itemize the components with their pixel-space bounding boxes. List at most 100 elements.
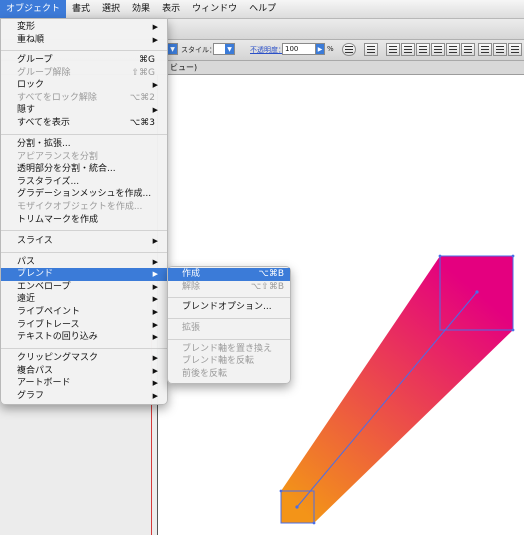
object-menu: 変形 ▶ 重ね順 ▶ グループ ⌘G グループ解除 ⇧⌘G ロック ▶ すべてをロック解除… bbox=[0, 18, 168, 405]
menu-item-create-object-mosaic[interactable]: モザイクオブジェクトを作成... bbox=[1, 201, 167, 214]
menu-item-shortcut: ⌥⌘B bbox=[258, 269, 284, 279]
anchor-point[interactable] bbox=[438, 254, 442, 258]
menu-item-create-trim-marks[interactable]: トリムマークを作成 bbox=[1, 214, 167, 227]
menu-item-graph[interactable]: グラフ ▶ bbox=[1, 390, 167, 403]
menu-item-shortcut: ⌥⇧⌘B bbox=[250, 281, 284, 292]
menu-item-live-paint[interactable]: ライブペイント ▶ bbox=[1, 306, 167, 319]
menu-item-label: トリムマークを作成 bbox=[17, 214, 99, 225]
menu-item-label: クリッピングマスク bbox=[17, 353, 99, 363]
menu-item-blend[interactable]: ブレンド ▶ bbox=[1, 268, 167, 281]
menu-separator bbox=[1, 348, 167, 349]
chevron-right-icon: ▶ bbox=[152, 81, 158, 90]
menu-item-unlock-all[interactable]: すべてをロック解除 ⌥⌘2 bbox=[1, 92, 167, 105]
anchor-point[interactable] bbox=[279, 489, 283, 493]
menu-item-label: すべてを表示 bbox=[17, 118, 70, 128]
menu-item-label: グラフ bbox=[17, 390, 45, 401]
menu-item-label: ブレンド bbox=[17, 269, 54, 280]
menu-item-label: 変形 bbox=[17, 22, 36, 32]
menu-item-slice[interactable]: スライス ▶ bbox=[1, 235, 167, 248]
menu-separator bbox=[1, 230, 167, 231]
menu-item-hide[interactable]: 隠す ▶ bbox=[1, 104, 167, 117]
chevron-right-icon: ▶ bbox=[152, 23, 158, 31]
menu-item-label: グループ解除 bbox=[17, 67, 71, 78]
chevron-right-icon: ▶ bbox=[152, 282, 158, 291]
chevron-right-icon: ▶ bbox=[152, 237, 158, 245]
menu-item-expand-appearance[interactable]: アピアランスを分割 bbox=[1, 151, 167, 164]
submenu-item-reverse-front-to-back[interactable]: 前後を反転 bbox=[168, 368, 290, 381]
chevron-right-icon: ▶ bbox=[152, 270, 158, 279]
submenu-item-expand[interactable]: 拡張 bbox=[168, 322, 290, 335]
menu-item-envelope-distort[interactable]: エンベロープ ▶ bbox=[1, 281, 167, 294]
menu-item-shortcut: ⇧⌘G bbox=[131, 67, 155, 78]
menu-item-create-gradient-mesh[interactable]: グラデーションメッシュを作成... bbox=[1, 188, 167, 201]
menu-item-compound-path[interactable]: 複合パス ▶ bbox=[1, 365, 167, 378]
menu-item-label: ブレンド軸を置き換え bbox=[182, 343, 273, 354]
menu-item-path[interactable]: パス ▶ bbox=[1, 256, 167, 269]
menu-item-label: ロック bbox=[17, 80, 45, 91]
menu-item-label: 複合パス bbox=[17, 365, 54, 376]
chevron-right-icon: ▶ bbox=[152, 333, 158, 342]
anchor-point[interactable] bbox=[511, 254, 515, 258]
menu-item-label: アートボード bbox=[17, 378, 71, 389]
menu-item-live-trace[interactable]: ライブトレース ▶ bbox=[1, 319, 167, 332]
menu-item-clipping-mask[interactable]: クリッピングマスク ▶ bbox=[1, 352, 167, 365]
menu-item-label: 隠す bbox=[17, 105, 36, 116]
anchor-point[interactable] bbox=[312, 521, 316, 525]
menu-item-shortcut: ⌥⌘3 bbox=[129, 118, 155, 128]
submenu-item-blend-options[interactable]: ブレンドオプション... bbox=[168, 301, 290, 314]
menu-item-label: アピアランスを分割 bbox=[17, 151, 98, 162]
chevron-right-icon: ▶ bbox=[152, 35, 158, 44]
menu-item-label: 前後を反転 bbox=[182, 368, 228, 379]
submenu-item-release[interactable]: 解除 ⌥⇧⌘B bbox=[168, 281, 290, 294]
menu-separator bbox=[168, 339, 290, 340]
menu-item-show-all[interactable]: すべてを表示 ⌥⌘3 bbox=[1, 117, 167, 130]
chevron-right-icon: ▶ bbox=[152, 354, 158, 362]
menu-item-expand[interactable]: 分割・拡張... bbox=[1, 138, 167, 151]
menu-item-label: 解除 bbox=[182, 281, 201, 292]
menu-item-ungroup[interactable]: グループ解除 ⇧⌘G bbox=[1, 67, 167, 80]
spine-anchor-start[interactable] bbox=[295, 505, 299, 509]
menu-item-label: パス bbox=[17, 256, 36, 267]
menu-separator bbox=[168, 318, 290, 319]
menu-item-label: エンベロープ bbox=[17, 281, 71, 292]
chevron-right-icon: ▶ bbox=[152, 308, 158, 316]
chevron-right-icon: ▶ bbox=[152, 320, 158, 329]
menu-item-label: グラデーションメッシュを作成... bbox=[17, 189, 152, 200]
chevron-right-icon: ▶ bbox=[152, 391, 158, 400]
menu-item-label: テキストの回り込み bbox=[17, 332, 98, 343]
menu-item-label: ライブペイント bbox=[17, 307, 81, 317]
menu-item-perspective[interactable]: 遠近 ▶ bbox=[1, 293, 167, 306]
menu-item-label: すべてをロック解除 bbox=[17, 92, 97, 103]
menu-item-label: 遠近 bbox=[17, 294, 36, 305]
menu-item-text-wrap[interactable]: テキストの回り込み ▶ bbox=[1, 331, 167, 344]
spine-anchor-end[interactable] bbox=[475, 290, 479, 294]
menu-item-label: ラスタライズ... bbox=[17, 176, 80, 187]
menu-separator bbox=[1, 252, 167, 253]
menu-item-flatten-transparency[interactable]: 透明部分を分割・統合... bbox=[1, 163, 167, 176]
chevron-right-icon: ▶ bbox=[152, 295, 158, 304]
menu-item-arrange[interactable]: 重ね順 ▶ bbox=[1, 34, 167, 47]
blend-object[interactable] bbox=[281, 256, 513, 523]
blend-spine[interactable] bbox=[296, 291, 478, 508]
anchor-point[interactable] bbox=[511, 328, 515, 332]
menu-separator bbox=[1, 134, 167, 135]
menu-item-label: ライブトレース bbox=[17, 319, 80, 330]
menu-item-group[interactable]: グループ ⌘G bbox=[1, 54, 167, 67]
menu-item-artboards[interactable]: アートボード ▶ bbox=[1, 377, 167, 390]
menu-item-rasterize[interactable]: ラスタライズ... bbox=[1, 176, 167, 189]
chevron-right-icon: ▶ bbox=[152, 379, 158, 388]
submenu-item-make[interactable]: 作成 ⌥⌘B bbox=[168, 268, 290, 281]
submenu-item-replace-spine[interactable]: ブレンド軸を置き換え bbox=[168, 343, 290, 356]
menu-item-lock[interactable]: ロック ▶ bbox=[1, 79, 167, 92]
menu-item-label: モザイクオブジェクトを作成... bbox=[17, 202, 143, 212]
menu-separator bbox=[168, 297, 290, 298]
submenu-item-reverse-spine[interactable]: ブレンド軸を反転 bbox=[168, 355, 290, 368]
menu-item-transform[interactable]: 変形 ▶ bbox=[1, 21, 167, 34]
menu-item-label: グループ bbox=[17, 55, 53, 65]
chevron-right-icon: ▶ bbox=[152, 257, 158, 266]
menu-item-label: 重ね順 bbox=[17, 34, 45, 45]
menu-item-shortcut: ⌘G bbox=[139, 55, 155, 65]
menu-item-label: 作成 bbox=[182, 269, 201, 279]
menu-separator bbox=[1, 50, 167, 51]
chevron-right-icon: ▶ bbox=[152, 106, 158, 115]
